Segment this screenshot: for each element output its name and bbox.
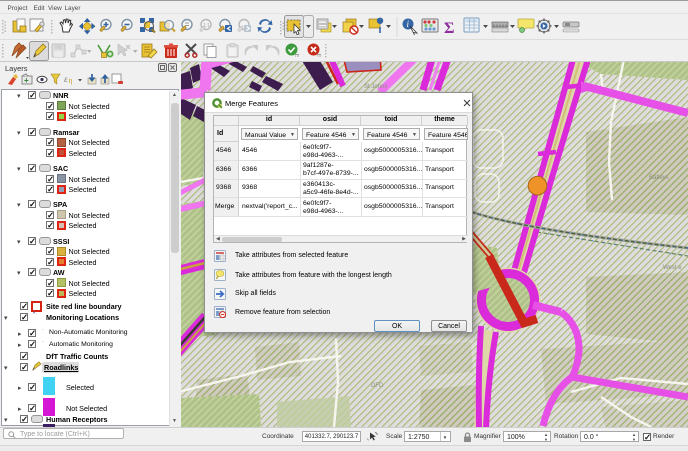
svg-text:ε: ε: [64, 75, 68, 84]
svg-text:η: η: [69, 78, 73, 85]
svg-text:Batleys: Batleys: [649, 175, 669, 181]
svg-text:West e: West e: [663, 265, 682, 271]
svg-text:1:1: 1:1: [203, 23, 210, 29]
svg-text:St Johns: St Johns: [364, 84, 387, 90]
svg-text:Σ: Σ: [444, 20, 454, 37]
svg-text:DFD: DFD: [371, 383, 384, 389]
svg-text:+: +: [24, 76, 29, 85]
